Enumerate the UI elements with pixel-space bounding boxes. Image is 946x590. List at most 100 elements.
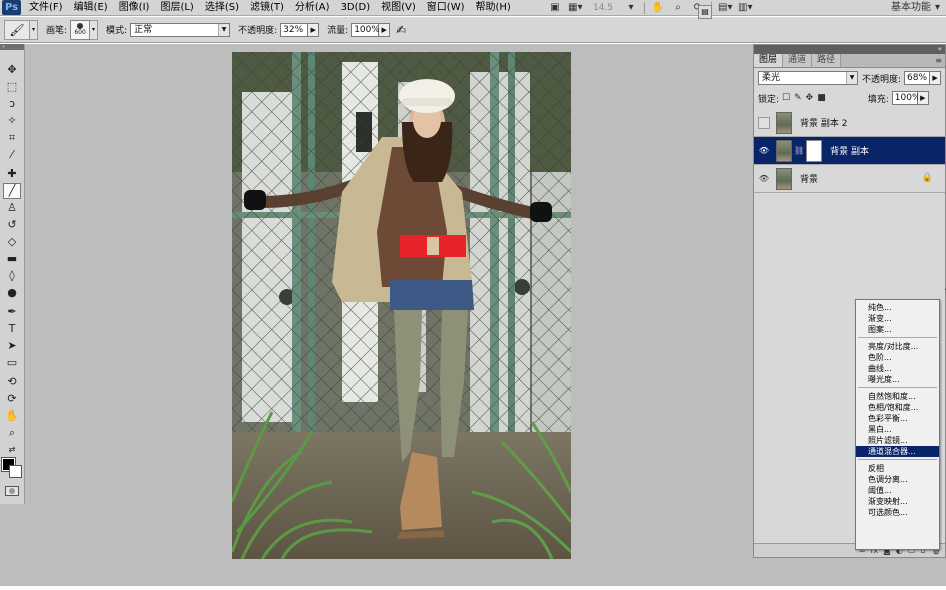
opacity-slider-button[interactable]: ▶: [308, 22, 320, 37]
menu-filter[interactable]: 滤镜(T): [245, 0, 290, 16]
quick-mask-icon[interactable]: [5, 486, 19, 496]
blend-mode-select[interactable]: 正常 ▼: [130, 22, 231, 37]
type-tool-icon[interactable]: T: [3, 321, 21, 337]
marquee-tool-icon[interactable]: ⬚: [3, 79, 21, 95]
quick-selection-tool-icon[interactable]: ✧: [3, 113, 21, 129]
pen-tool-icon[interactable]: ✒: [3, 304, 21, 320]
menu-item-gradient-map[interactable]: 渐变映射...: [856, 496, 939, 507]
menu-item-gradient[interactable]: 渐变...: [856, 313, 939, 324]
fill-input[interactable]: 100%: [891, 91, 921, 105]
menu-item-vibrance[interactable]: 自然饱和度...: [856, 391, 939, 402]
opacity-input[interactable]: 32%: [280, 22, 309, 37]
menu-item-posterize[interactable]: 色调分离...: [856, 474, 939, 485]
tab-paths[interactable]: 路径: [812, 54, 842, 67]
tab-channels[interactable]: 通道: [783, 54, 813, 67]
tab-layers[interactable]: 图层: [754, 54, 784, 67]
toolbox-header[interactable]: »: [0, 44, 24, 50]
menu-edit[interactable]: 编辑(E): [69, 0, 114, 16]
menu-3d[interactable]: 3D(D): [336, 0, 377, 16]
menu-item-pattern[interactable]: 图案...: [856, 324, 939, 335]
brush-preset-dropdown[interactable]: ▾: [90, 19, 99, 40]
shape-tool-icon[interactable]: ▭: [3, 355, 21, 371]
lock-transparent-icon[interactable]: ☐: [782, 93, 790, 103]
menu-item-channel-mixer[interactable]: 通道混合器...: [856, 446, 939, 457]
extras-icon[interactable]: ▥▾: [738, 2, 752, 14]
fill-slider-button[interactable]: ▶: [917, 91, 929, 105]
eye-icon[interactable]: 👁: [758, 173, 770, 185]
layer-blend-mode-select[interactable]: 柔光 ▼: [758, 71, 858, 85]
menu-separator: [858, 337, 937, 338]
document-canvas[interactable]: [232, 52, 571, 559]
bridge-icon[interactable]: ▣: [548, 2, 562, 14]
layer-row[interactable]: 👁 背景 🔒: [754, 165, 945, 193]
eye-icon[interactable]: 👁: [758, 145, 770, 157]
menu-item-black-white[interactable]: 黑白...: [856, 424, 939, 435]
eraser-tool-icon[interactable]: ◇: [3, 234, 21, 250]
screen-mode-icon[interactable]: ▤▾: [718, 2, 732, 14]
brush-preset-picker[interactable]: 600: [70, 19, 91, 40]
gradient-tool-icon[interactable]: ▬: [3, 251, 21, 267]
lock-image-icon[interactable]: ✎: [794, 93, 802, 103]
dodge-tool-icon[interactable]: ●: [3, 285, 21, 301]
3d-orbit-tool-icon[interactable]: ⟳: [3, 391, 21, 407]
clone-stamp-tool-icon[interactable]: ♙: [3, 200, 21, 216]
swap-colors-icon[interactable]: ⇄: [3, 442, 21, 458]
hand-tool-icon[interactable]: ✋: [3, 408, 21, 424]
spot-healing-tool-icon[interactable]: ✚: [3, 166, 21, 182]
visibility-toggle[interactable]: [758, 116, 770, 129]
menu-file[interactable]: 文件(F): [24, 0, 69, 16]
3d-rotate-tool-icon[interactable]: ⟲: [3, 374, 21, 390]
flow-slider-button[interactable]: ▶: [379, 22, 391, 37]
lock-all-icon[interactable]: ■: [817, 93, 826, 103]
menu-item-color-balance[interactable]: 色彩平衡...: [856, 413, 939, 424]
path-selection-tool-icon[interactable]: ➤: [3, 338, 21, 354]
menu-layer[interactable]: 图层(L): [155, 0, 199, 16]
brush-tool-icon[interactable]: ╱: [3, 183, 21, 199]
menu-image[interactable]: 图像(I): [114, 0, 156, 16]
zoom-dropdown-icon[interactable]: ▾: [624, 2, 638, 14]
menu-item-invert[interactable]: 反相: [856, 463, 939, 474]
lock-position-icon[interactable]: ✥: [806, 93, 814, 103]
move-tool-icon[interactable]: ✥: [3, 62, 21, 78]
menu-view[interactable]: 视图(V): [376, 0, 422, 16]
menu-select[interactable]: 选择(S): [200, 0, 245, 16]
blur-tool-icon[interactable]: ◊: [3, 268, 21, 284]
crop-tool-icon[interactable]: ⌗: [3, 130, 21, 146]
layer-opacity-input[interactable]: 68%: [904, 71, 931, 85]
link-icon[interactable]: ⛓: [794, 146, 804, 155]
workspace-switcher[interactable]: 基本功能 ▾: [891, 0, 940, 16]
zoom-tool-icon[interactable]: ⌕: [671, 2, 685, 14]
menu-help[interactable]: 帮助(H): [471, 0, 517, 16]
airbrush-icon[interactable]: ✍: [396, 23, 406, 37]
brush-panel-toggle-icon[interactable]: ▤: [698, 5, 712, 19]
hand-tool-icon[interactable]: ✋: [651, 2, 665, 14]
tool-preset-picker[interactable]: 🖌: [4, 19, 30, 40]
panel-tabs: 图层 通道 路径 ≡: [754, 54, 945, 68]
menu-item-solid-color[interactable]: 纯色...: [856, 302, 939, 313]
menu-window[interactable]: 窗口(W): [422, 0, 471, 16]
panel-menu-icon[interactable]: ≡: [935, 56, 942, 65]
layer-opacity-slider-button[interactable]: ▶: [930, 71, 942, 85]
background-color-swatch[interactable]: [9, 465, 22, 478]
eyedropper-tool-icon[interactable]: ⁄: [3, 147, 21, 163]
menu-item-photo-filter[interactable]: 照片滤镜...: [856, 435, 939, 446]
zoom-level[interactable]: 14.5: [588, 3, 618, 13]
layer-mask-thumbnail[interactable]: [806, 139, 823, 162]
lasso-tool-icon[interactable]: ↄ: [3, 96, 21, 112]
tool-preset-dropdown[interactable]: ▾: [30, 19, 38, 40]
menu-item-selective-color[interactable]: 可选颜色...: [856, 507, 939, 518]
menu-item-hue-saturation[interactable]: 色相/饱和度...: [856, 402, 939, 413]
zoom-tool-icon[interactable]: ⌕: [3, 425, 21, 441]
arrange-documents-icon[interactable]: ▦▾: [568, 2, 582, 14]
menu-analysis[interactable]: 分析(A): [290, 0, 336, 16]
history-brush-tool-icon[interactable]: ↺: [3, 217, 21, 233]
menu-item-exposure[interactable]: 曝光度...: [856, 374, 939, 385]
flow-input[interactable]: 100%: [351, 22, 380, 37]
menu-item-brightness-contrast[interactable]: 亮度/对比度...: [856, 341, 939, 352]
menu-item-levels[interactable]: 色阶...: [856, 352, 939, 363]
collapse-panel-icon[interactable]: «: [938, 45, 942, 54]
menu-item-threshold[interactable]: 阈值...: [856, 485, 939, 496]
layer-row[interactable]: 背景 副本 2: [754, 109, 945, 137]
layer-row[interactable]: 👁 ⛓ 背景 副本: [754, 137, 945, 165]
menu-item-curves[interactable]: 曲线...: [856, 363, 939, 374]
